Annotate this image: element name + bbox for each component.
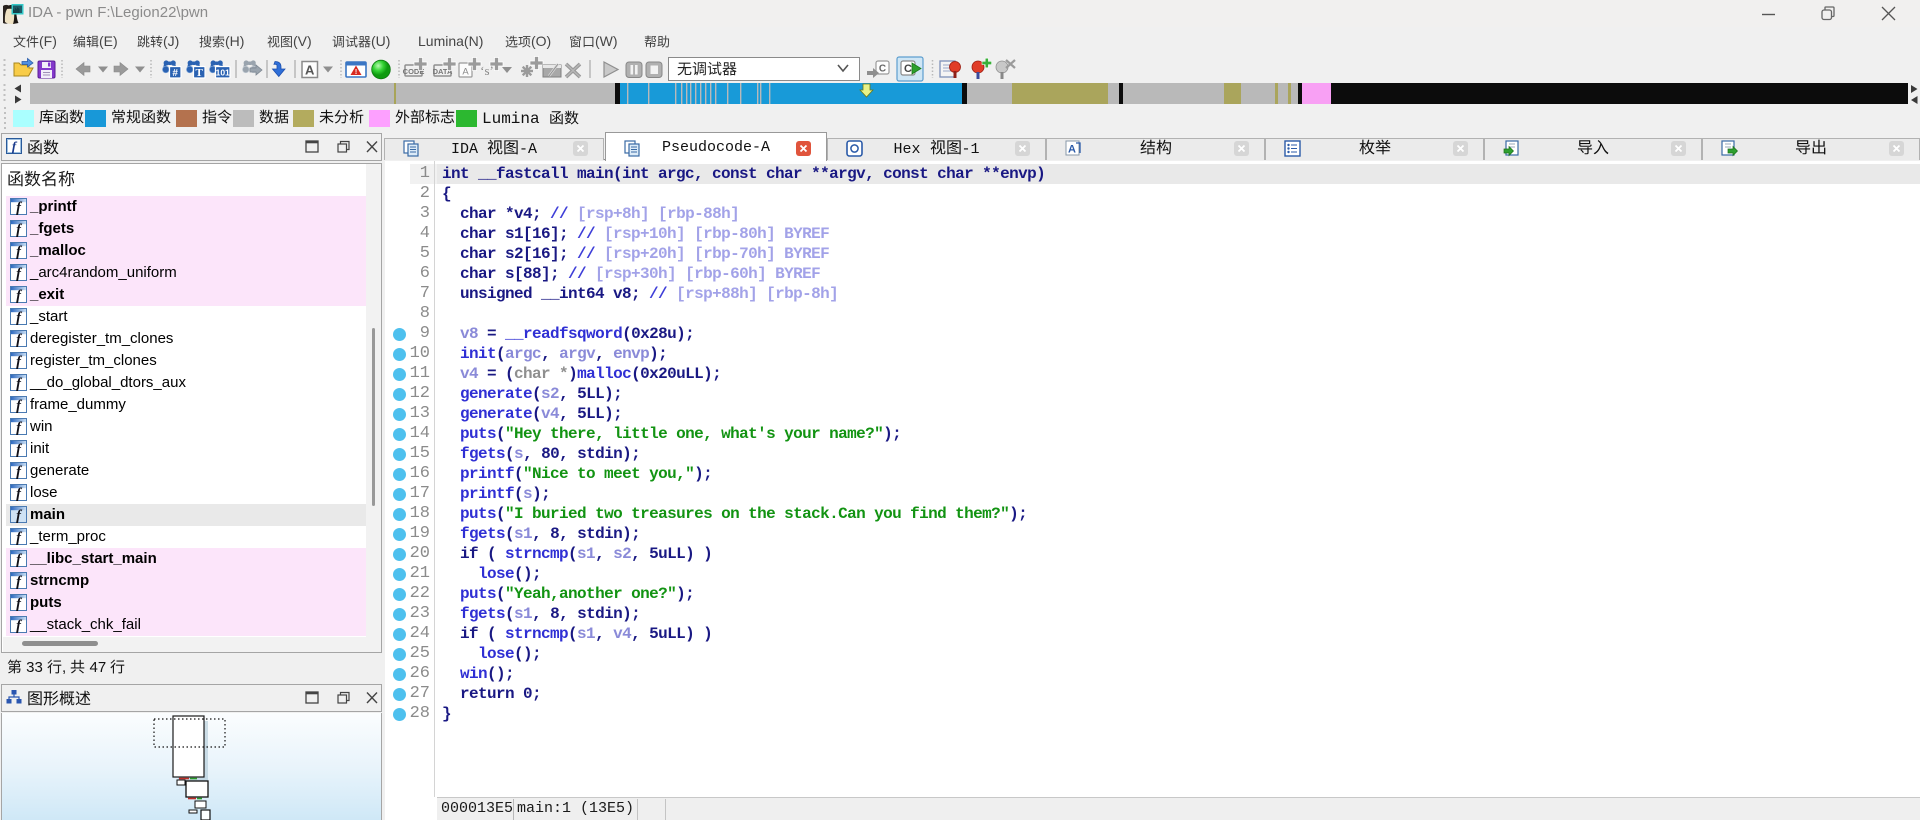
- svg-text:A: A: [305, 63, 315, 78]
- svg-text:A: A: [1068, 144, 1076, 156]
- svg-text:A: A: [462, 67, 469, 78]
- svg-text:#: #: [172, 68, 178, 79]
- svg-text:!: !: [355, 69, 357, 76]
- svg-text:T: T: [196, 67, 204, 79]
- svg-text:101: 101: [216, 68, 230, 78]
- svg-text:C: C: [904, 63, 912, 75]
- svg-text:C: C: [879, 64, 886, 75]
